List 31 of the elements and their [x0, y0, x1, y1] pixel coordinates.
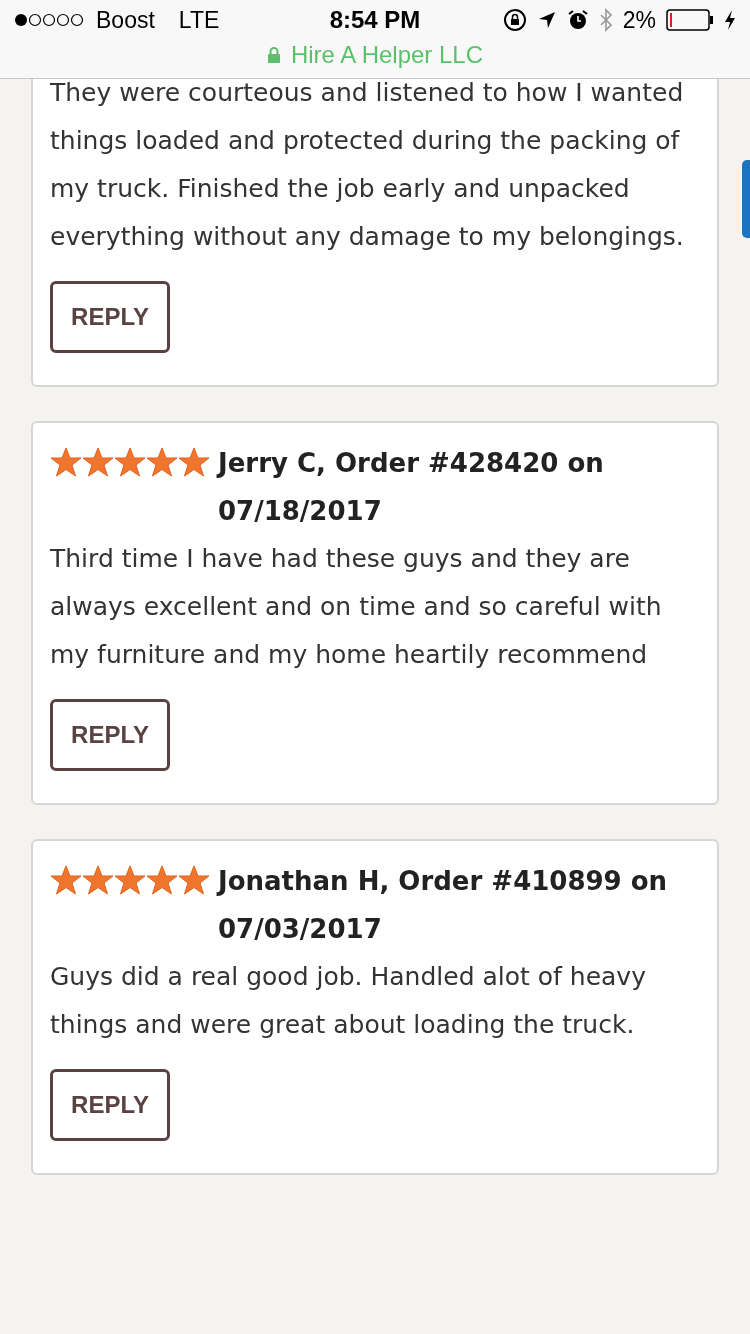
reply-button[interactable]: REPLY — [50, 281, 170, 353]
battery-icon — [666, 9, 714, 31]
star-icon — [82, 864, 114, 896]
star-icon — [178, 446, 210, 478]
star-icon — [50, 446, 82, 478]
star-icon — [146, 864, 178, 896]
star-icon — [114, 446, 146, 478]
star-icon — [82, 446, 114, 478]
network-type: LTE — [178, 6, 220, 34]
alarm-clock-icon — [566, 9, 589, 31]
side-tab[interactable] — [742, 160, 750, 238]
review-header: Jonathan H, Order #410899 on 07/03/2017 — [218, 865, 669, 946]
bluetooth-icon — [598, 8, 613, 32]
reply-button[interactable]: REPLY — [50, 699, 170, 771]
star-icon — [178, 864, 210, 896]
battery-percent: 2% — [622, 6, 656, 34]
star-icon — [50, 864, 82, 896]
site-name: Hire A Helper LLC — [290, 41, 484, 69]
star-icon — [146, 446, 178, 478]
lock-icon — [266, 46, 281, 64]
review-header: Jerry C, Order #428420 on 07/18/2017 — [218, 447, 605, 528]
clock-time: 8:54 PM — [329, 6, 421, 34]
carrier-name: Boost — [96, 6, 155, 34]
signal-icon — [14, 12, 86, 28]
star-icon — [114, 864, 146, 896]
review-text: Third time I have had these guys and they are always excellent and on time and so careful with my furniture and my home heartily recommend — [50, 543, 663, 671]
charging-bolt-icon — [724, 9, 736, 31]
review-text: Guys did a real good job. Handled alot of heavy things and were great about loading the truck. — [50, 961, 647, 1041]
rotation-lock-icon — [502, 8, 527, 32]
review-text: They were courteous and listened to how I wanted things loaded and protected during the packing of my truck. Finished the job early and unpacked everything without any damage to my belongings. — [50, 77, 685, 253]
reply-button[interactable]: REPLY — [50, 1069, 170, 1141]
